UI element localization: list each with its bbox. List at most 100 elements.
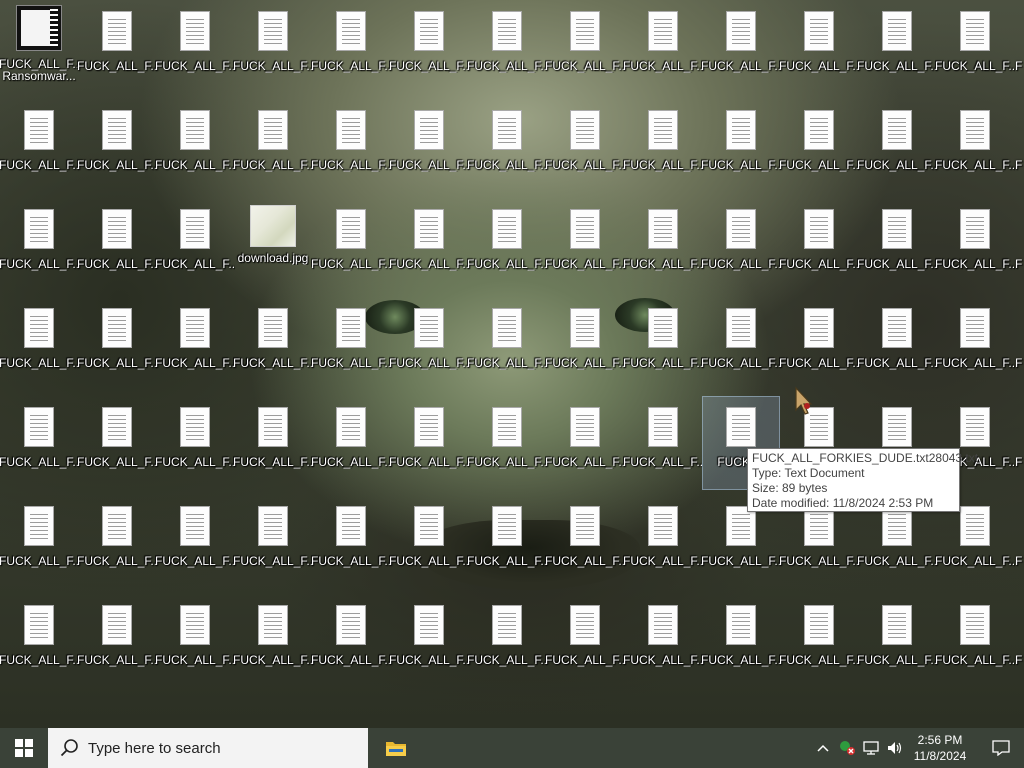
desktop-icon-text-file[interactable]: FUCK_ALL_F... [779,595,859,687]
desktop-icon-text-file[interactable]: FUCK_ALL_F... [623,298,703,390]
desktop-icon-text-file[interactable]: FUCK_ALL_F... [155,199,235,291]
desktop-icon-text-file[interactable]: FUCK_ALL_F... [155,298,235,390]
volume-tray-button[interactable] [884,728,906,768]
desktop-icon-text-file[interactable]: FUCK_ALL_F... [935,298,1015,390]
file-explorer-button[interactable] [372,728,420,768]
desktop-icon-text-file[interactable]: FUCK_ALL_F... [545,496,625,588]
desktop-icon-text-file[interactable]: FUCK_ALL_F... [389,298,469,390]
desktop-icon-text-file[interactable]: FUCK_ALL_F... [935,100,1015,192]
desktop-icon-text-file[interactable]: FUCK_ALL_F... [701,100,781,192]
desktop-icon-text-file[interactable]: FUCK_ALL_F... [389,496,469,588]
desktop-icon-text-file[interactable]: FUCK_ALL_F... [857,595,937,687]
desktop-icon-text-file[interactable]: FUCK_ALL_F... [779,199,859,291]
desktop-icon-text-file[interactable]: FUCK_ALL_F... [155,496,235,588]
desktop-icon-text-file[interactable]: FUCK_ALL_F... [389,595,469,687]
desktop-icon-text-file[interactable]: FUCK_ALL_F... [623,397,703,489]
desktop-icon-text-file[interactable]: FUCK_ALL_F... [467,496,547,588]
desktop-icon-text-file[interactable]: FUCK_ALL_F... [233,1,313,93]
desktop-icon-text-file[interactable]: FUCK_ALL_F... [389,397,469,489]
desktop-icon-label: FUCK_ALL_F... [701,653,781,667]
defender-tray-button[interactable] [836,728,858,768]
desktop-icon-text-file[interactable]: FUCK_ALL_F... [545,397,625,489]
desktop-icon-text-file[interactable]: FUCK_ALL_F... [233,298,313,390]
desktop-icon-text-file[interactable]: FUCK_ALL_F... [623,496,703,588]
desktop-icon-text-file[interactable]: FUCK_ALL_F... [233,595,313,687]
desktop-icon-text-file[interactable]: FUCK_ALL_F... [467,298,547,390]
desktop-icon-text-file[interactable]: FUCK_ALL_F... [233,100,313,192]
start-button[interactable] [0,728,48,768]
desktop-icon-text-file[interactable]: FUCK_ALL_F... [311,397,391,489]
desktop-icon-text-file[interactable]: FUCK_ALL_F... [857,298,937,390]
desktop-icon-text-file[interactable]: FUCK_ALL_F... [389,1,469,93]
desktop-icon-text-file[interactable]: FUCK_ALL_F... [545,595,625,687]
desktop-icon-text-file[interactable]: FUCK_ALL_F... [779,100,859,192]
desktop-icon-ransomware[interactable]: FUCK_ALL_F... Ransomwar... [0,1,79,93]
desktop-icon-text-file[interactable]: FUCK_ALL_F... [467,199,547,291]
desktop-icon-text-file[interactable]: FUCK_ALL_F... [311,100,391,192]
desktop-icon-text-file[interactable]: FUCK_ALL_F... [233,397,313,489]
desktop-icon-text-file[interactable]: FUCK_ALL_F... [311,496,391,588]
taskbar-search-box[interactable]: Type here to search [48,728,368,768]
desktop-icon-text-file[interactable]: FUCK_ALL_F... [857,100,937,192]
desktop-icon-text-file[interactable]: FUCK_ALL_F... [701,199,781,291]
desktop-icon-text-file[interactable]: FUCK_ALL_F... [389,199,469,291]
desktop-icon-text-file[interactable]: FUCK_ALL_F... [77,397,157,489]
desktop-icon-text-file[interactable]: FUCK_ALL_F... [389,100,469,192]
desktop-icon-text-file[interactable]: FUCK_ALL_F... [0,496,79,588]
desktop-icon-text-file[interactable]: FUCK_ALL_F... [545,100,625,192]
desktop-icon-text-file[interactable]: FUCK_ALL_F... [467,1,547,93]
desktop-icon-label: FUCK_ALL_F... [77,356,157,370]
desktop-icon-image-file[interactable]: download.jpg [235,199,311,291]
desktop-icon-text-file[interactable]: FUCK_ALL_F... [623,199,703,291]
desktop-icon-text-file[interactable]: FUCK_ALL_F... [467,100,547,192]
desktop-icon-text-file[interactable]: FUCK_ALL_F... [77,100,157,192]
desktop-icon-text-file[interactable]: FUCK_ALL_F... [623,595,703,687]
desktop-icon-text-file[interactable]: FUCK_ALL_F... [77,1,157,93]
desktop-icon-text-file[interactable]: FUCK_ALL_F... [623,100,703,192]
desktop-icon-label: FUCK_ALL_F... [779,257,859,271]
desktop-icon-text-file[interactable]: FUCK_ALL_F... [779,298,859,390]
desktop-icon-text-file[interactable]: FUCK_ALL_F... [935,1,1015,93]
desktop-icon-text-file[interactable]: FUCK_ALL_F... [467,397,547,489]
desktop-icon-text-file[interactable]: FUCK_ALL_F... [701,1,781,93]
desktop-icon-text-file[interactable]: FUCK_ALL_F... [77,298,157,390]
desktop-icon-text-file[interactable]: FUCK_ALL_F... [935,199,1015,291]
desktop-icon-text-file[interactable]: FUCK_ALL_F... [857,199,937,291]
desktop-icon-text-file[interactable]: FUCK_ALL_F... [0,397,79,489]
desktop-icon-text-file[interactable]: FUCK_ALL_F... [857,1,937,93]
desktop-icon-text-file[interactable]: FUCK_ALL_F... [701,595,781,687]
desktop-icon-text-file[interactable]: FUCK_ALL_F... [0,199,79,291]
desktop-icon-text-file[interactable]: FUCK_ALL_F... [311,1,391,93]
show-hidden-icons-button[interactable] [812,728,834,768]
desktop-icon-text-file[interactable]: FUCK_ALL_F... [155,100,235,192]
desktop-icon-text-file[interactable]: FUCK_ALL_F... [0,100,79,192]
desktop-icon-text-file[interactable]: FUCK_ALL_F... [545,199,625,291]
desktop-icon-label: FUCK_ALL_F... [389,158,469,172]
desktop-icon-text-file[interactable]: FUCK_ALL_F... [467,595,547,687]
desktop-icon-text-file[interactable]: FUCK_ALL_F... [155,1,235,93]
desktop-icon-text-file[interactable]: FUCK_ALL_F... [77,496,157,588]
desktop-icon-text-file[interactable]: FUCK_ALL_F... [0,298,79,390]
desktop-icon-text-file[interactable]: FUCK_ALL_F... [545,1,625,93]
desktop-icon-text-file[interactable]: FUCK_ALL_F... [77,595,157,687]
desktop-icon-text-file[interactable]: FUCK_ALL_F... [311,298,391,390]
taskbar-clock[interactable]: 2:56 PM 11/8/2024 [905,728,975,768]
action-center-button[interactable] [978,728,1024,768]
network-tray-button[interactable] [860,728,882,768]
desktop-icon-text-file[interactable]: FUCK_ALL_F... [0,595,79,687]
desktop-icon-label: FUCK_ALL_F... [0,356,79,370]
desktop-icon-text-file[interactable]: FUCK_ALL_F... [935,595,1015,687]
desktop-icon-text-file[interactable]: FUCK_ALL_F... [779,1,859,93]
desktop-icon-label: FUCK_ALL_F... [779,356,859,370]
desktop-icon-text-file[interactable]: FUCK_ALL_F... [311,595,391,687]
desktop-icon-text-file[interactable]: FUCK_ALL_F... [77,199,157,291]
desktop-icon-label: FUCK_ALL_F... [77,59,157,73]
desktop-icon-label: FUCK_ALL_F... [623,59,703,73]
desktop-icon-text-file[interactable]: FUCK_ALL_F... [701,298,781,390]
desktop-icon-text-file[interactable]: FUCK_ALL_F... [233,496,313,588]
desktop-icon-text-file[interactable]: FUCK_ALL_F... [155,595,235,687]
desktop-icon-text-file[interactable]: FUCK_ALL_F... [155,397,235,489]
desktop-icon-text-file[interactable]: FUCK_ALL_F... [623,1,703,93]
desktop-icon-text-file[interactable]: FUCK_ALL_F... [311,199,391,291]
desktop-icon-text-file[interactable]: FUCK_ALL_F... [545,298,625,390]
